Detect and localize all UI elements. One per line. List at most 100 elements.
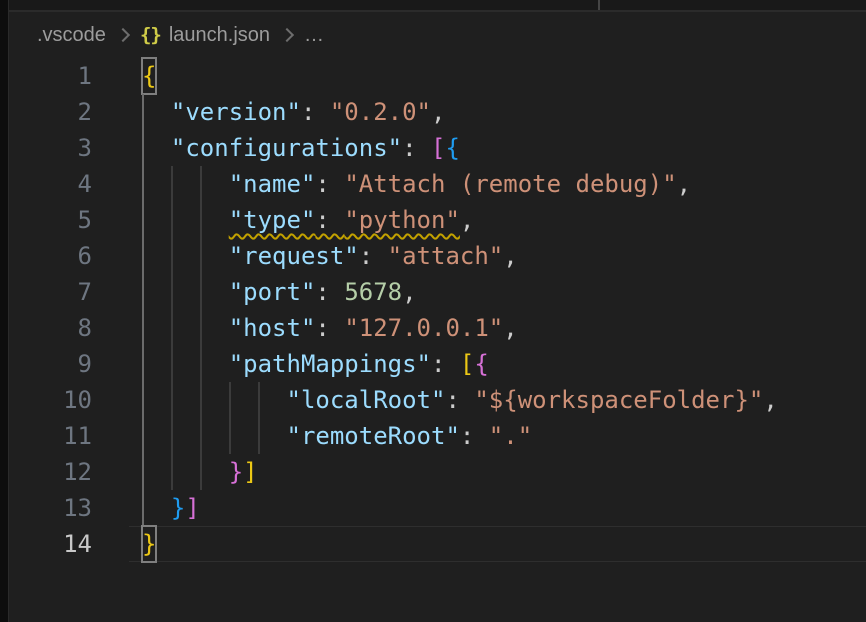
indent-guide (200, 238, 202, 274)
indent-guide (200, 310, 202, 346)
code-line[interactable]: 12 }] (9, 454, 866, 490)
indent-guide (200, 202, 202, 238)
line-number[interactable]: 7 (9, 274, 92, 310)
code-line[interactable]: 9 "pathMappings": [{ (9, 346, 866, 382)
code-line[interactable]: 5 "type": "python", (9, 202, 866, 238)
code-token (142, 386, 287, 414)
code-token: "port" (229, 278, 316, 306)
line-content: "localRoot": "${workspaceFolder}", (142, 382, 778, 418)
line-number[interactable]: 2 (9, 94, 92, 130)
line-number[interactable]: 14 (9, 526, 92, 562)
line-content: "pathMappings": [{ (142, 346, 489, 382)
breadcrumb-file[interactable]: {} launch.json (140, 24, 270, 47)
code-token (142, 134, 171, 162)
breadcrumb: .vscode {} launch.json … (9, 12, 866, 58)
code-token: : (359, 242, 388, 270)
window-left-edge (0, 0, 9, 622)
indent-guide (258, 382, 260, 418)
code-token (142, 206, 229, 234)
json-file-icon: {} (140, 24, 161, 46)
code-line[interactable]: 10 "localRoot": "${workspaceFolder}", (9, 382, 866, 418)
code-token: , (503, 242, 517, 270)
line-number[interactable]: 1 (9, 58, 92, 94)
code-line[interactable]: 2 "version": "0.2.0", (9, 94, 866, 130)
code-line[interactable]: 7 "port": 5678, (9, 274, 866, 310)
indent-guide (171, 346, 173, 382)
line-number[interactable]: 4 (9, 166, 92, 202)
code-token (142, 458, 229, 486)
code-token: : (301, 98, 330, 126)
code-token (142, 98, 171, 126)
code-token: ] (243, 458, 257, 486)
warning-squiggle: "type": "python" (229, 206, 460, 234)
code-token: "request" (229, 242, 359, 270)
code-token: , (431, 98, 445, 126)
code-token: ] (185, 494, 199, 522)
indent-guide (200, 382, 202, 418)
code-token: "version" (171, 98, 301, 126)
code-line[interactable]: 4 "name": "Attach (remote debug)", (9, 166, 866, 202)
line-content: "configurations": [{ (142, 130, 460, 166)
breadcrumb-symbol-ellipsis[interactable]: … (304, 24, 324, 47)
code-line[interactable]: 11 "remoteRoot": "." (9, 418, 866, 454)
active-indent-guide (142, 238, 144, 274)
line-number[interactable]: 12 (9, 454, 92, 490)
line-number[interactable]: 9 (9, 346, 92, 382)
indent-guide (171, 238, 173, 274)
indent-guide (200, 454, 202, 490)
code-area: 1{2 "version": "0.2.0",3 "configurations… (9, 58, 866, 562)
code-line[interactable]: 8 "host": "127.0.0.1", (9, 310, 866, 346)
line-content: }] (142, 490, 200, 526)
indent-guide (171, 454, 173, 490)
line-content: "name": "Attach (remote debug)", (142, 166, 691, 202)
indent-guide (171, 382, 173, 418)
line-number[interactable]: 10 (9, 382, 92, 418)
line-number[interactable]: 8 (9, 310, 92, 346)
active-indent-guide (142, 274, 144, 310)
line-content: "version": "0.2.0", (142, 94, 445, 130)
code-token (142, 350, 229, 378)
code-token: "remoteRoot" (287, 422, 460, 450)
code-token: [ (460, 350, 474, 378)
breadcrumb-file-label: launch.json (169, 24, 270, 47)
active-indent-guide (142, 166, 144, 202)
indent-guide (171, 202, 173, 238)
line-number[interactable]: 5 (9, 202, 92, 238)
line-number[interactable]: 11 (9, 418, 92, 454)
active-indent-guide (142, 382, 144, 418)
code-token: } (171, 494, 185, 522)
code-token (142, 314, 229, 342)
code-token: , (503, 314, 517, 342)
code-token: : (460, 422, 489, 450)
code-line[interactable]: 3 "configurations": [{ (9, 130, 866, 166)
code-token: "host" (229, 314, 316, 342)
code-line[interactable]: 1{ (9, 58, 866, 94)
line-number[interactable]: 6 (9, 238, 92, 274)
editor-tab-bar[interactable] (9, 0, 866, 12)
tab-separator (598, 0, 600, 10)
chevron-right-icon (280, 28, 294, 42)
indent-guide (200, 346, 202, 382)
code-line[interactable]: 6 "request": "attach", (9, 238, 866, 274)
active-indent-guide (142, 454, 144, 490)
code-token: { (445, 134, 459, 162)
code-token: : (445, 386, 474, 414)
active-indent-guide (142, 346, 144, 382)
line-number[interactable]: 13 (9, 490, 92, 526)
active-indent-guide (142, 490, 144, 526)
breadcrumb-folder[interactable]: .vscode (37, 24, 106, 47)
code-line[interactable]: 14} (9, 526, 866, 562)
code-line[interactable]: 13 }] (9, 490, 866, 526)
indent-guide (258, 418, 260, 454)
code-token: : (315, 206, 344, 234)
line-content: "remoteRoot": "." (142, 418, 532, 454)
code-token: : (315, 278, 344, 306)
code-token: "python" (344, 206, 460, 234)
line-number[interactable]: 3 (9, 130, 92, 166)
code-token: , (402, 278, 416, 306)
line-content: "port": 5678, (142, 274, 417, 310)
line-content: }] (142, 454, 258, 490)
code-token: : (402, 134, 431, 162)
code-token: [ (431, 134, 445, 162)
active-indent-guide (142, 418, 144, 454)
